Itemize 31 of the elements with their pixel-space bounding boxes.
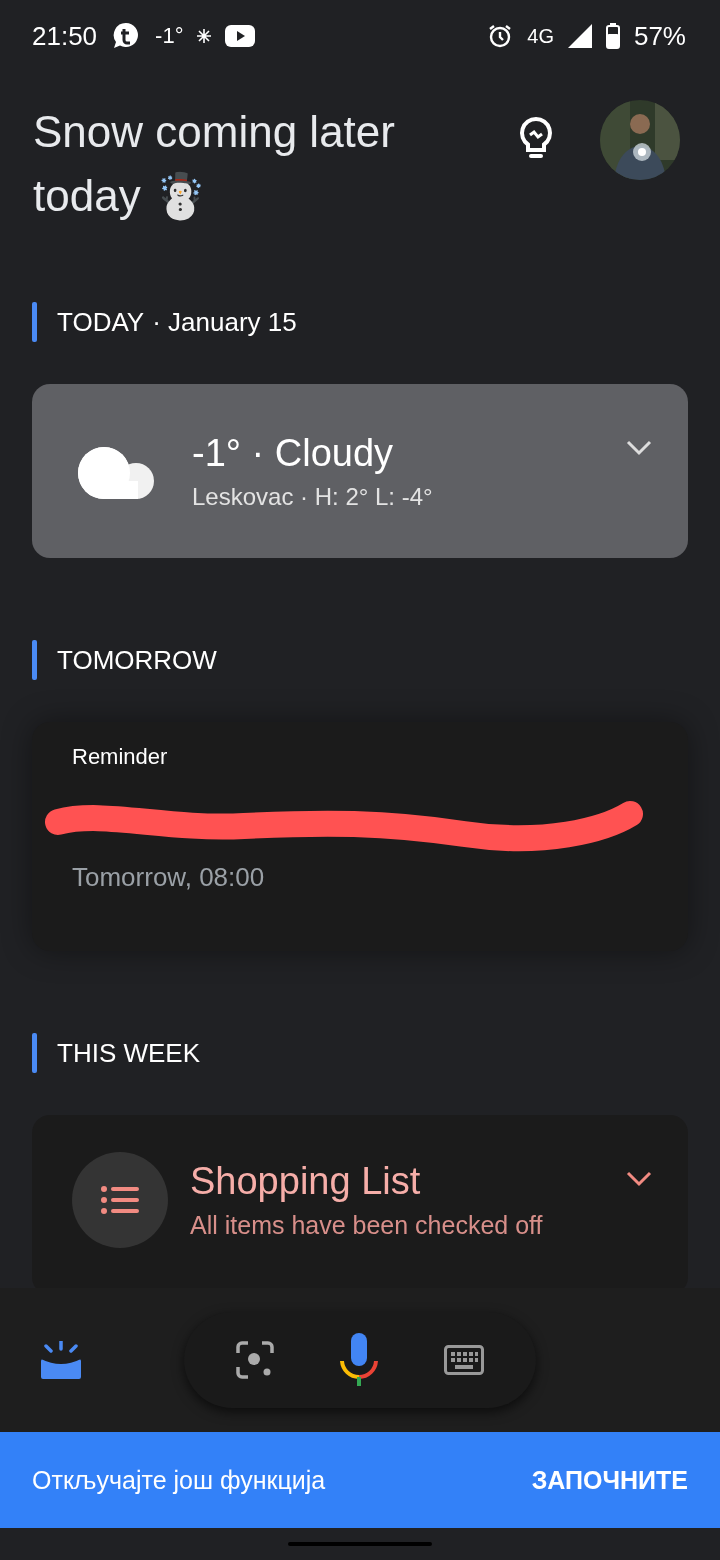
snapshot-icon[interactable] — [40, 1341, 82, 1379]
status-time: 21:50 — [32, 20, 98, 52]
headline: Snow coming later today ☃ — [33, 106, 396, 222]
snowflake-icon — [197, 29, 212, 43]
reminder-label: Reminder — [72, 744, 169, 770]
section-heading: THIS WEEK — [57, 1037, 200, 1069]
play-icon — [225, 25, 256, 47]
chevron-down-icon[interactable] — [626, 1171, 652, 1187]
list-title: Shopping List — [190, 1160, 422, 1203]
weather-details: Leskovac · H: 2° L: -4° — [192, 482, 434, 511]
battery-percent: 57% — [633, 20, 686, 52]
signal-icon — [567, 24, 592, 48]
battery-icon — [605, 23, 620, 49]
section-heading: TODAY — [57, 306, 145, 338]
weather-card[interactable]: -1° · Cloudy Leskovac · H: 2° L: -4° — [32, 384, 688, 558]
list-status: All items have been checked off — [190, 1211, 544, 1240]
microphone-icon[interactable] — [339, 1333, 379, 1387]
weather-title: -1° · Cloudy — [192, 431, 395, 475]
gesture-handle[interactable] — [288, 1542, 432, 1546]
network-type: 4G — [527, 24, 554, 48]
section-date: · January 15 — [152, 306, 297, 338]
lens-icon[interactable] — [236, 1341, 275, 1379]
keyboard-icon[interactable] — [443, 1345, 484, 1375]
reminder-time: Tomorrow, 08:00 — [72, 862, 266, 893]
start-button[interactable]: ЗАПОЧНИТЕ — [531, 1465, 688, 1495]
banner-text: Откључајте још функција — [32, 1465, 326, 1495]
shopping-list-card[interactable]: Shopping List All items have been checked off — [32, 1115, 688, 1288]
list-icon — [101, 1186, 139, 1214]
status-temperature: -1° — [155, 23, 184, 49]
reminder-card[interactable]: Reminder Tomorrow, 08:00 — [32, 722, 688, 951]
section-heading: TOMORROW — [57, 644, 217, 676]
